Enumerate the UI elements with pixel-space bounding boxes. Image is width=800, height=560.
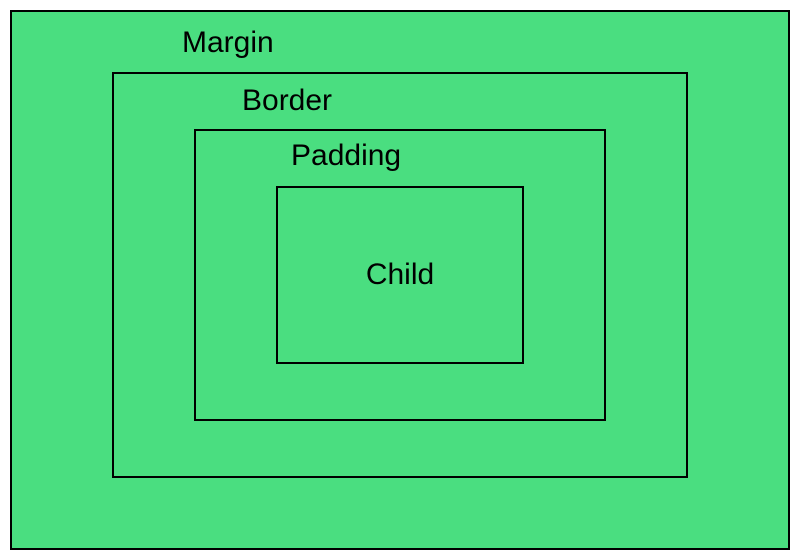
border-box: Border Padding Child: [112, 72, 688, 478]
child-label: Child: [366, 258, 434, 292]
padding-label: Padding: [291, 139, 401, 173]
border-label: Border: [242, 84, 332, 118]
margin-label: Margin: [182, 26, 274, 60]
padding-box: Padding Child: [194, 129, 606, 421]
child-box: Child: [276, 186, 524, 364]
margin-box: Margin Border Padding Child: [10, 10, 790, 550]
